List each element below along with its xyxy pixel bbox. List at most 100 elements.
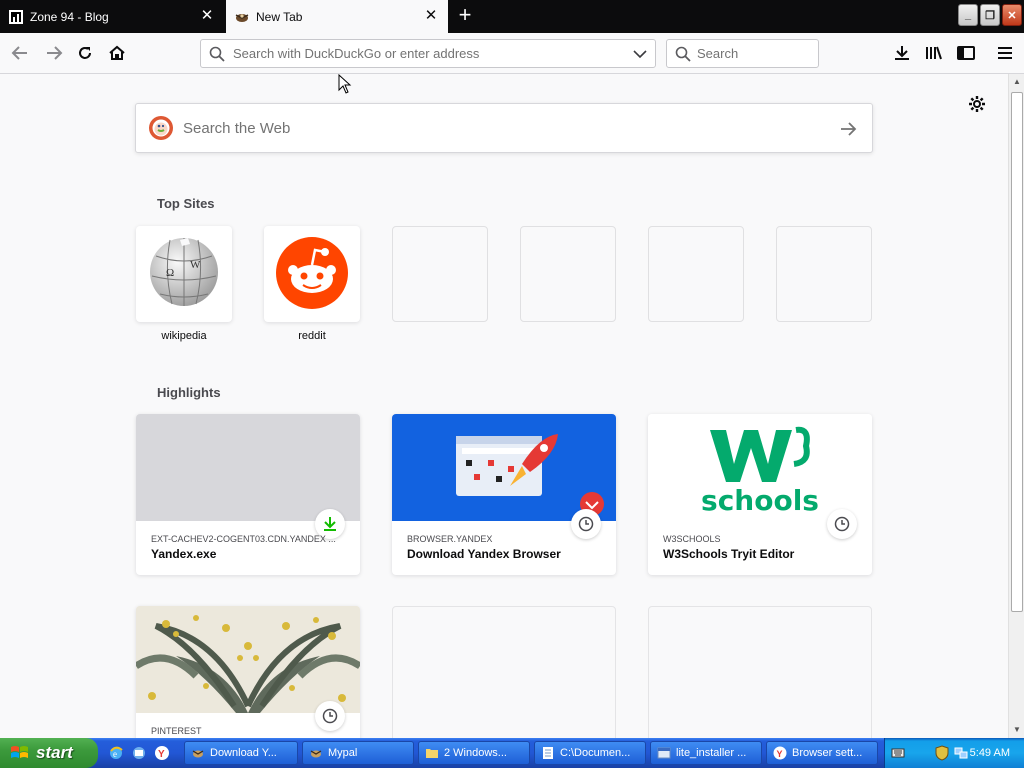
wikipedia-globe-icon: Ω W — [150, 238, 218, 306]
start-label: start — [36, 743, 73, 762]
ie-icon[interactable]: e — [108, 745, 124, 761]
address-input[interactable] — [233, 46, 623, 61]
tab-title: Zone 94 - Blog — [30, 9, 109, 24]
top-site-placeholder[interactable] — [776, 226, 872, 322]
top-sites-heading: Top Sites — [157, 196, 215, 211]
window-controls: _ ❐ ✕ — [958, 4, 1022, 26]
sidebar-toggle-icon[interactable] — [954, 41, 978, 65]
notepad-icon — [543, 747, 553, 759]
highlight-host: W3SCHOOLS — [663, 534, 721, 544]
svg-text:Y: Y — [777, 749, 783, 759]
taskbar-item[interactable]: Download Y... — [184, 741, 298, 765]
top-site-tile[interactable]: Ω W — [136, 226, 232, 322]
home-icon[interactable] — [105, 41, 129, 65]
window-close-icon[interactable]: ✕ — [1002, 4, 1022, 26]
top-site-placeholder[interactable] — [520, 226, 616, 322]
search-bar[interactable] — [666, 39, 819, 68]
new-tab-plus-icon[interactable]: + — [454, 4, 476, 27]
taskbar-item[interactable]: lite_installer ... — [650, 741, 762, 765]
top-site-label: wikipedia — [161, 330, 207, 342]
arrow-right-icon[interactable] — [838, 119, 858, 139]
vertical-scrollbar[interactable]: ▲ ▼ — [1008, 74, 1024, 738]
web-search-input[interactable] — [183, 119, 823, 137]
keyboard-icon[interactable] — [891, 746, 905, 760]
start-button[interactable]: start — [0, 738, 98, 768]
highlight-host: BROWSER.YANDEX — [407, 534, 493, 544]
highlight-thumbnail: schools — [648, 414, 872, 521]
scrollbar-thumb[interactable] — [1011, 92, 1023, 612]
tab-zone94-blog[interactable]: Zone 94 - Blog ✕ — [0, 0, 224, 33]
site-favicon-icon — [8, 9, 24, 25]
taskbar-item-label: C:\Documen... — [560, 747, 631, 759]
address-bar[interactable] — [200, 39, 656, 68]
installer-window-icon — [657, 747, 671, 759]
search-icon — [209, 46, 225, 62]
chevron-down-icon[interactable] — [633, 47, 647, 64]
pinterest-floral-image — [136, 606, 360, 713]
downloads-icon[interactable] — [890, 41, 914, 65]
back-arrow-icon[interactable] — [8, 41, 32, 65]
forward-arrow-icon[interactable] — [42, 41, 66, 65]
minimize-icon[interactable]: _ — [958, 4, 978, 26]
security-shield-icon[interactable] — [935, 745, 949, 761]
scroll-down-icon[interactable]: ▼ — [1012, 725, 1022, 735]
mypal-app-icon — [192, 750, 204, 758]
mouse-cursor-icon — [338, 74, 352, 94]
highlight-host: PINTEREST — [151, 726, 202, 736]
tab-close-icon[interactable]: ✕ — [200, 8, 214, 23]
highlights-heading: Highlights — [157, 385, 221, 400]
duckduckgo-logo-icon — [149, 116, 173, 140]
outlook-express-icon[interactable] — [131, 745, 147, 761]
taskbar-item-label: Download Y... — [210, 747, 277, 759]
mypal-app-icon — [310, 750, 322, 758]
highlight-thumbnail — [392, 414, 616, 521]
top-site-tile[interactable] — [264, 226, 360, 322]
highlight-host: EXT-CACHEV2-COGENT03.CDN.YANDEX ... — [151, 534, 336, 544]
scroll-up-icon[interactable]: ▲ — [1012, 77, 1022, 87]
folder-icon — [426, 749, 438, 758]
taskbar-item-label: lite_installer ... — [676, 747, 747, 759]
tab-title: New Tab — [256, 9, 303, 24]
tab-new-tab[interactable]: New Tab ✕ — [226, 0, 448, 33]
yandex-icon[interactable]: Y — [154, 745, 170, 761]
top-site-label: reddit — [298, 330, 326, 342]
highlight-title: W3Schools Tryit Editor — [663, 547, 795, 561]
taskbar-item[interactable]: Mypal — [302, 741, 414, 765]
svg-text:Y: Y — [158, 749, 165, 760]
mypal-favicon-icon — [234, 9, 250, 25]
top-site-placeholder[interactable] — [392, 226, 488, 322]
search-input[interactable] — [697, 46, 807, 61]
windows-taskbar: start e Y Download Y... Mypal 2 Windows.… — [0, 738, 1024, 768]
search-icon — [675, 46, 691, 62]
nav-toolbar — [0, 33, 1024, 74]
restore-icon[interactable]: ❐ — [980, 4, 1000, 26]
new-tab-page: Top Sites Ω W wikipedia reddit Highlight — [0, 74, 1008, 738]
highlight-card[interactable]: EXT-CACHEV2-COGENT03.CDN.YANDEX ... Yand… — [136, 414, 360, 575]
taskbar-item-label: Mypal — [328, 747, 358, 759]
windows-flag-icon — [11, 746, 28, 758]
clock[interactable]: 5:49 AM — [970, 747, 1010, 759]
taskbar-item[interactable]: 2 Windows... — [418, 741, 530, 765]
svg-text:Ω: Ω — [166, 267, 174, 279]
tab-strip: Zone 94 - Blog ✕ New Tab ✕ + _ ❐ ✕ — [0, 0, 1024, 33]
highlight-card[interactable]: BROWSER.YANDEX Download Yandex Browser — [392, 414, 616, 575]
reload-icon[interactable] — [73, 41, 97, 65]
tab-close-icon[interactable]: ✕ — [424, 8, 438, 23]
highlight-card[interactable]: schools W3SCHOOLS W3Schools Tryit Editor — [648, 414, 872, 575]
taskbar-item-label: Browser sett... — [792, 747, 863, 759]
highlight-title: Yandex.exe — [151, 547, 217, 561]
svg-text:e: e — [113, 749, 117, 759]
hamburger-menu-icon[interactable] — [993, 41, 1017, 65]
highlight-card[interactable]: PINTEREST — [136, 606, 360, 738]
reddit-icon — [276, 237, 348, 309]
library-icon[interactable] — [922, 41, 946, 65]
taskbar-item[interactable]: C:\Documen... — [534, 741, 646, 765]
yandex-icon: Y — [773, 746, 787, 760]
web-search-box[interactable] — [135, 103, 873, 153]
network-icon[interactable] — [953, 745, 969, 761]
yandex-browser-illustration — [456, 434, 604, 516]
top-site-placeholder[interactable] — [648, 226, 744, 322]
taskbar-item[interactable]: Y Browser sett... — [766, 741, 878, 765]
gear-icon[interactable] — [968, 95, 986, 113]
highlight-thumbnail — [136, 606, 360, 713]
